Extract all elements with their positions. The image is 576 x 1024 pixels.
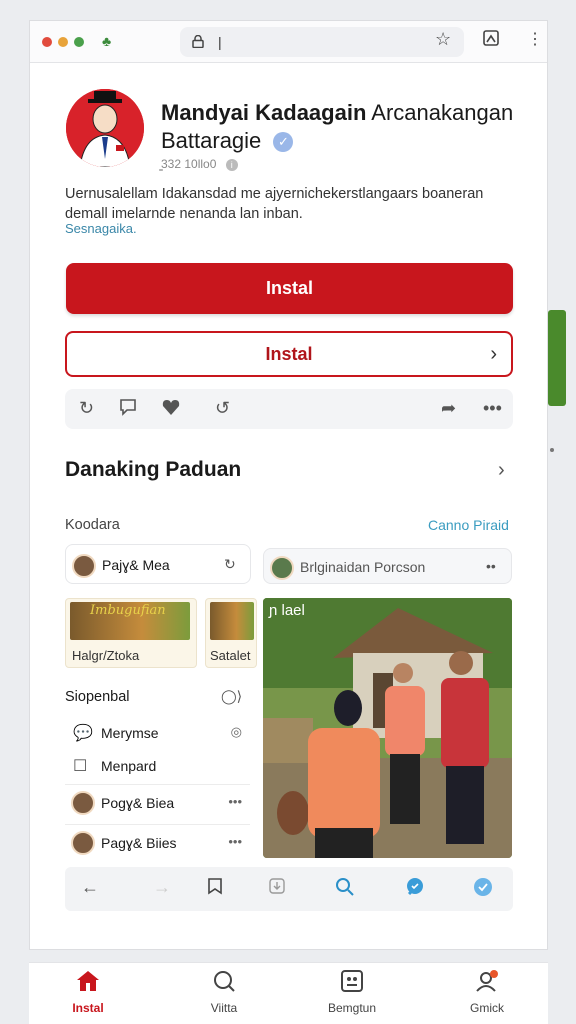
more-icon[interactable]: ••	[486, 558, 496, 574]
search-icon	[179, 969, 269, 997]
tab-bemgtun[interactable]: Bemgtun	[307, 969, 397, 1015]
text-cursor: |	[218, 34, 222, 50]
tile-caption: Satalet	[210, 648, 251, 663]
section-chevron-icon[interactable]: ›	[498, 459, 505, 482]
tile-caption: Halgr/Ztoka	[72, 648, 140, 663]
media-tile-2[interactable]: Satalet	[205, 598, 257, 668]
check-circle-icon[interactable]	[473, 877, 493, 902]
verified-check-icon: ✓	[273, 132, 294, 153]
share-icon[interactable]	[482, 29, 500, 52]
download-icon[interactable]	[268, 877, 286, 900]
maximize-window-dot[interactable]	[74, 37, 84, 47]
tab-label: Viitta	[210, 1001, 238, 1015]
install-secondary-label: Instal	[265, 344, 313, 364]
avatar	[71, 831, 95, 855]
avatar	[71, 791, 95, 815]
tile-image	[210, 602, 254, 640]
profile-description: Uernusalellam Idakansdad me ajyernicheke…	[65, 186, 484, 222]
install-primary-button[interactable]: Instal	[66, 263, 513, 314]
extension-icon[interactable]: ♣	[102, 33, 111, 49]
bottom-tab-bar: Instal Viitta Bemgtun Gmick	[29, 962, 548, 1024]
user-chip[interactable]: Pajɣ& Mea ↻	[65, 544, 251, 584]
grid-box-icon	[307, 969, 397, 997]
history-icon[interactable]: ↺	[215, 398, 230, 419]
browser-window: ♣ | ☆ ⋮ Mandyai Kadaagain Arcanakangan B…	[29, 20, 548, 950]
section-subtitle: Koodara	[65, 517, 120, 533]
browser-nav-bar: ← →	[65, 867, 513, 911]
tab-label: Gmick	[470, 1001, 504, 1015]
list-item[interactable]: Pogɣ& Biea •••	[65, 784, 250, 820]
home-icon	[43, 969, 133, 997]
speech-bubble-icon: 💬	[73, 725, 93, 742]
list-heading: Siopenbal	[65, 689, 130, 705]
avatar	[72, 554, 96, 578]
profile-name-rest: Arcanakangan	[371, 100, 514, 125]
more-icon[interactable]: •••	[228, 834, 242, 849]
list-item-label: Merymse	[101, 725, 159, 741]
photo-card[interactable]: ɲ lael	[263, 598, 512, 858]
user-chip-2[interactable]: Brlginaidan Porcson ••	[263, 548, 512, 584]
section-link[interactable]: Canno Piraid	[428, 517, 509, 533]
close-window-dot[interactable]	[42, 37, 52, 47]
profile-name-line2: Battaragie	[161, 128, 262, 153]
background-dot	[550, 448, 554, 452]
tab-viitta[interactable]: Viitta	[179, 969, 269, 1015]
list-item[interactable]: Pagɣ& Biies •••	[65, 824, 250, 860]
tab-label: Bemgtun	[327, 1001, 377, 1015]
tab-gmick[interactable]: Gmick	[442, 969, 532, 1015]
profile-avatar	[66, 89, 144, 167]
refresh-icon[interactable]: ↻	[79, 398, 94, 419]
more-menu-icon[interactable]: ⋮	[527, 29, 543, 49]
photo-image	[263, 598, 512, 858]
profile-name: Mandyai Kadaagain Arcanakangan Battaragi…	[161, 99, 541, 155]
like-icon[interactable]	[161, 398, 181, 421]
bookmark-icon[interactable]	[207, 877, 223, 900]
settings-icon[interactable]: ◎	[231, 724, 242, 740]
bookmark-star-icon[interactable]: ☆	[435, 29, 451, 50]
action-toolbar: ↻ ↺ ➦ •••	[65, 389, 513, 429]
comment-icon[interactable]	[119, 398, 137, 421]
photo-label: ɲ lael	[269, 602, 305, 619]
minimize-window-dot[interactable]	[58, 37, 68, 47]
info-icon[interactable]: i	[225, 158, 238, 171]
toggle-icon[interactable]: ◯⟩	[221, 688, 242, 705]
section-title: Danaking Paduan	[65, 458, 242, 481]
forward-arrow-icon[interactable]: →	[153, 877, 171, 898]
browser-toolbar: ♣ | ☆ ⋮	[30, 21, 547, 63]
list-item-label: Menpard	[101, 758, 157, 774]
profile-badge-icon	[442, 969, 532, 997]
share-arrow-icon[interactable]: ➦	[441, 398, 456, 419]
list-item-label: Pogɣ& Biea	[101, 795, 175, 811]
sync-icon[interactable]: ↻	[224, 556, 236, 573]
tile-image-text: Imbugufian	[90, 603, 166, 618]
profile-meta: ̳332 10llo0 i	[161, 157, 238, 171]
checkbox-icon[interactable]: ☐	[73, 756, 87, 776]
chevron-right-icon: ›	[490, 343, 497, 365]
avatar	[270, 556, 294, 580]
list-item-label: Pagɣ& Biies	[101, 835, 177, 851]
tab-install[interactable]: Instal	[43, 969, 133, 1015]
install-secondary-button[interactable]: Instal ›	[65, 331, 513, 377]
search-icon[interactable]	[335, 877, 355, 902]
lock-icon	[192, 34, 204, 51]
media-tile-1[interactable]: Imbugufian Halgr/Ztoka	[65, 598, 197, 668]
tab-label: Instal	[72, 1001, 104, 1015]
chat-icon[interactable]	[405, 877, 425, 902]
profile-link[interactable]: Sesnagaika.	[65, 221, 137, 236]
more-options-icon[interactable]: •••	[483, 398, 502, 419]
user-chip-label: Pajɣ& Mea	[102, 557, 170, 573]
background-edge-element	[548, 310, 566, 406]
profile-meta-text: ̳332 10llo0	[161, 157, 217, 171]
back-arrow-icon[interactable]: ←	[81, 877, 99, 898]
user-chip-2-label: Brlginaidan Porcson	[300, 559, 426, 575]
more-icon[interactable]: •••	[228, 794, 242, 809]
list-item[interactable]: 💬 Merymse ◎	[65, 715, 250, 751]
address-bar[interactable]: |	[180, 27, 464, 57]
profile-name-bold: Mandyai Kadaagain	[161, 100, 367, 125]
list-item[interactable]: ☐ Menpard	[65, 748, 250, 784]
